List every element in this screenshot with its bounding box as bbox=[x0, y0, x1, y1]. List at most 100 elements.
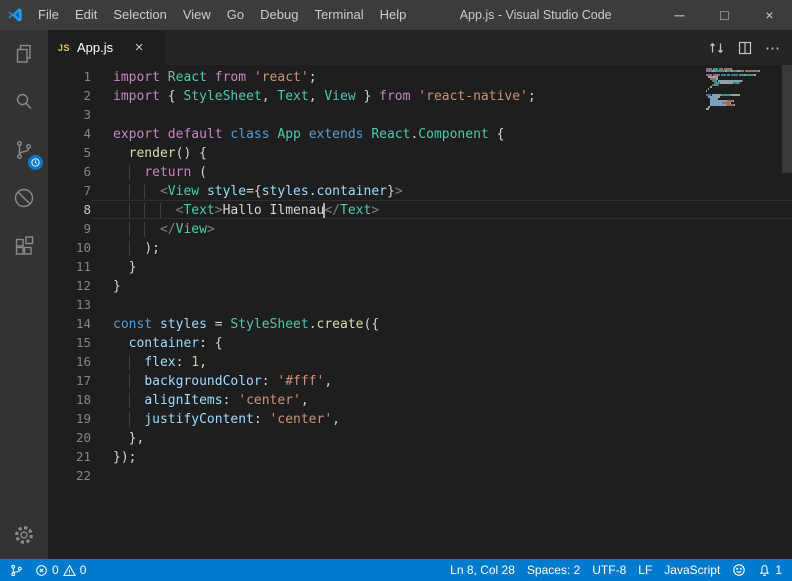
line-number: 7 bbox=[48, 181, 91, 200]
code-token: 'center' bbox=[270, 412, 333, 427]
code-token: extends bbox=[309, 127, 364, 142]
eol-indicator[interactable]: LF bbox=[632, 559, 658, 581]
code-line-18[interactable]: 18 alignItems: 'center', bbox=[48, 390, 792, 409]
code-token: const bbox=[113, 317, 152, 332]
indent-guide bbox=[113, 374, 129, 389]
code-line-4[interactable]: 4export default class App extends React.… bbox=[48, 124, 792, 143]
menu-terminal[interactable]: Terminal bbox=[306, 0, 371, 30]
code-token: View bbox=[324, 89, 355, 104]
warning-icon bbox=[63, 564, 76, 577]
code-token: View bbox=[176, 222, 207, 237]
menu-edit[interactable]: Edit bbox=[67, 0, 105, 30]
code-line-20[interactable]: 20 }, bbox=[48, 428, 792, 447]
code-token bbox=[199, 184, 207, 199]
sidebar-item-source-control[interactable] bbox=[0, 126, 48, 174]
window-title: App.js - Visual Studio Code bbox=[414, 8, 657, 22]
code-line-14[interactable]: 14const styles = StyleSheet.create({ bbox=[48, 314, 792, 333]
code-token: ; bbox=[528, 89, 536, 104]
code-token: Component bbox=[418, 127, 488, 142]
code-line-16[interactable]: 16 flex: 1, bbox=[48, 352, 792, 371]
menu-view[interactable]: View bbox=[175, 0, 219, 30]
code-content bbox=[91, 105, 792, 124]
line-number: 3 bbox=[48, 105, 91, 124]
menu-help[interactable]: Help bbox=[372, 0, 415, 30]
code-token: }, bbox=[129, 431, 145, 446]
feedback-button[interactable] bbox=[726, 559, 752, 581]
settings-gear-button[interactable] bbox=[0, 511, 48, 559]
vscode-logo bbox=[0, 0, 30, 30]
code-token: } bbox=[387, 184, 395, 199]
cursor-position-indicator[interactable]: Ln 8, Col 28 bbox=[444, 559, 521, 581]
code-line-3[interactable]: 3 bbox=[48, 105, 792, 124]
code-content: export default class App extends React.C… bbox=[91, 124, 792, 143]
indent-guide bbox=[129, 412, 145, 427]
code-area[interactable]: 1import React from 'react';2import { Sty… bbox=[48, 67, 792, 485]
code-content: import React from 'react'; bbox=[91, 67, 792, 86]
indent-guide bbox=[113, 222, 129, 237]
menu-file[interactable]: File bbox=[30, 0, 67, 30]
editor[interactable]: 1import React from 'react';2import { Sty… bbox=[48, 65, 792, 559]
sidebar-item-extensions[interactable] bbox=[0, 222, 48, 270]
menu-go[interactable]: Go bbox=[219, 0, 252, 30]
code-line-11[interactable]: 11 } bbox=[48, 257, 792, 276]
code-line-1[interactable]: 1import React from 'react'; bbox=[48, 67, 792, 86]
minimap[interactable] bbox=[706, 68, 778, 112]
code-line-6[interactable]: 6 return ( bbox=[48, 162, 792, 181]
indentation-indicator[interactable]: Spaces: 2 bbox=[521, 559, 586, 581]
code-token: container bbox=[317, 184, 387, 199]
more-actions-button[interactable]: ⋯ bbox=[760, 35, 786, 61]
problems-indicator[interactable]: 0 0 bbox=[29, 559, 92, 581]
git-branch-indicator[interactable] bbox=[4, 559, 29, 581]
indent-guide bbox=[144, 203, 160, 218]
code-line-8[interactable]: 8 <Text>Hallo Ilmenau</Text> bbox=[48, 200, 792, 219]
code-line-2[interactable]: 2import { StyleSheet, Text, View } from … bbox=[48, 86, 792, 105]
code-content: </View> bbox=[91, 219, 792, 238]
code-line-12[interactable]: 12} bbox=[48, 276, 792, 295]
line-number: 11 bbox=[48, 257, 91, 276]
code-line-5[interactable]: 5 render() { bbox=[48, 143, 792, 162]
extensions-icon bbox=[12, 234, 36, 258]
code-line-15[interactable]: 15 container: { bbox=[48, 333, 792, 352]
split-editor-button[interactable] bbox=[732, 35, 758, 61]
code-content: alignItems: 'center', bbox=[91, 390, 792, 409]
scrollbar-thumb[interactable] bbox=[782, 65, 792, 173]
code-token: > bbox=[371, 203, 379, 218]
tab-label: App.js bbox=[77, 40, 113, 55]
maximize-button[interactable]: □ bbox=[702, 0, 747, 30]
close-button[interactable]: × bbox=[747, 0, 792, 30]
code-line-7[interactable]: 7 <View style={styles.container}> bbox=[48, 181, 792, 200]
code-line-10[interactable]: 10 ); bbox=[48, 238, 792, 257]
code-line-22[interactable]: 22 bbox=[48, 466, 792, 485]
code-token: 'center' bbox=[238, 393, 301, 408]
tab-close-icon[interactable]: × bbox=[130, 40, 148, 55]
menu-selection[interactable]: Selection bbox=[105, 0, 174, 30]
code-line-19[interactable]: 19 justifyContent: 'center', bbox=[48, 409, 792, 428]
code-token: }); bbox=[113, 450, 136, 465]
code-line-13[interactable]: 13 bbox=[48, 295, 792, 314]
code-content: ); bbox=[91, 238, 792, 257]
code-token: > bbox=[215, 203, 223, 218]
sidebar-item-explorer[interactable] bbox=[0, 30, 48, 78]
line-number: 12 bbox=[48, 276, 91, 295]
indent-guide bbox=[129, 165, 145, 180]
code-content: return ( bbox=[91, 162, 792, 181]
code-line-9[interactable]: 9 </View> bbox=[48, 219, 792, 238]
sidebar-item-search[interactable] bbox=[0, 78, 48, 126]
code-token bbox=[301, 127, 309, 142]
minimize-button[interactable]: ─ bbox=[657, 0, 702, 30]
code-token: </ bbox=[160, 222, 176, 237]
menu-debug[interactable]: Debug bbox=[252, 0, 306, 30]
tab-appjs[interactable]: JS App.js × bbox=[48, 30, 166, 65]
encoding-indicator[interactable]: UTF-8 bbox=[586, 559, 632, 581]
code-token: ( bbox=[191, 165, 207, 180]
notifications-button[interactable]: 1 bbox=[752, 559, 788, 581]
language-mode-indicator[interactable]: JavaScript bbox=[658, 559, 726, 581]
code-token: </ bbox=[324, 203, 340, 218]
sync-changes-button[interactable] bbox=[704, 35, 730, 61]
sidebar-item-debug[interactable] bbox=[0, 174, 48, 222]
code-content bbox=[91, 466, 792, 485]
code-token: : bbox=[223, 393, 239, 408]
code-line-17[interactable]: 17 backgroundColor: '#fff', bbox=[48, 371, 792, 390]
code-line-21[interactable]: 21}); bbox=[48, 447, 792, 466]
code-token: export bbox=[113, 127, 160, 142]
